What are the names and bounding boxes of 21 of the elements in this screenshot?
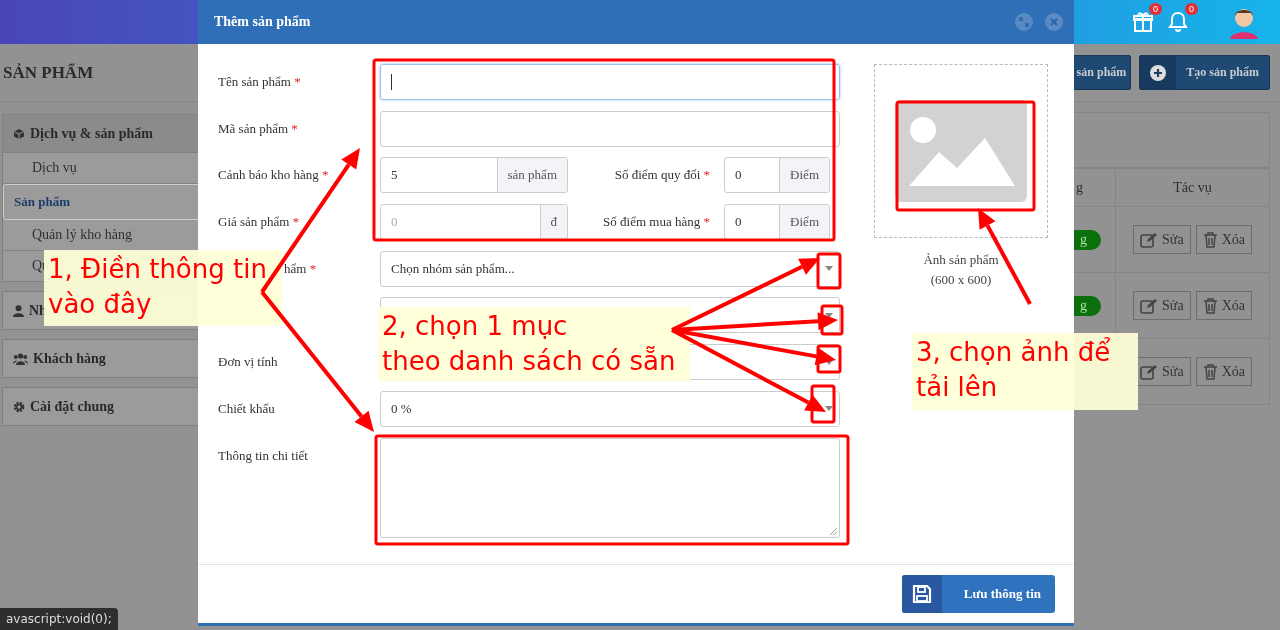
image-caption: Ảnh sản phẩm [923, 251, 999, 269]
field-label: Đơn vị tính [218, 354, 278, 370]
field-label: hẩm * [284, 260, 317, 276]
field-label: Thông tin chi tiết [218, 447, 308, 463]
field-label: Chiết khấu [218, 400, 275, 416]
page-title: SẢN PHẨM [3, 62, 94, 83]
field-label: Số điểm mua hàng * [602, 214, 711, 231]
image-size-hint: (600 x 600) [930, 271, 992, 289]
annotation-tooltip: 3, chọn ảnh để tải lên [912, 333, 1138, 410]
notification-badge: 0 [1185, 3, 1198, 15]
annotation-tooltip: 2, chọn 1 mục theo danh sách có sẵn [378, 307, 690, 381]
dialog-title: Thêm sản phẩm [214, 14, 311, 30]
field-label: Cảnh báo kho hàng * [218, 167, 329, 183]
notification-badge: 0 [1149, 3, 1162, 15]
field-label: Giá sản phẩm * [218, 214, 300, 230]
field-label: Mã sản phẩm * [218, 120, 298, 136]
column-header: Tác vụ [1115, 169, 1269, 206]
field-label: Tên sản phẩm * [218, 74, 301, 89]
column-header: g [1075, 178, 1084, 197]
field-label: Số điểm quy đổi * [613, 167, 711, 184]
status-url: avascript:void(0); [0, 608, 118, 630]
